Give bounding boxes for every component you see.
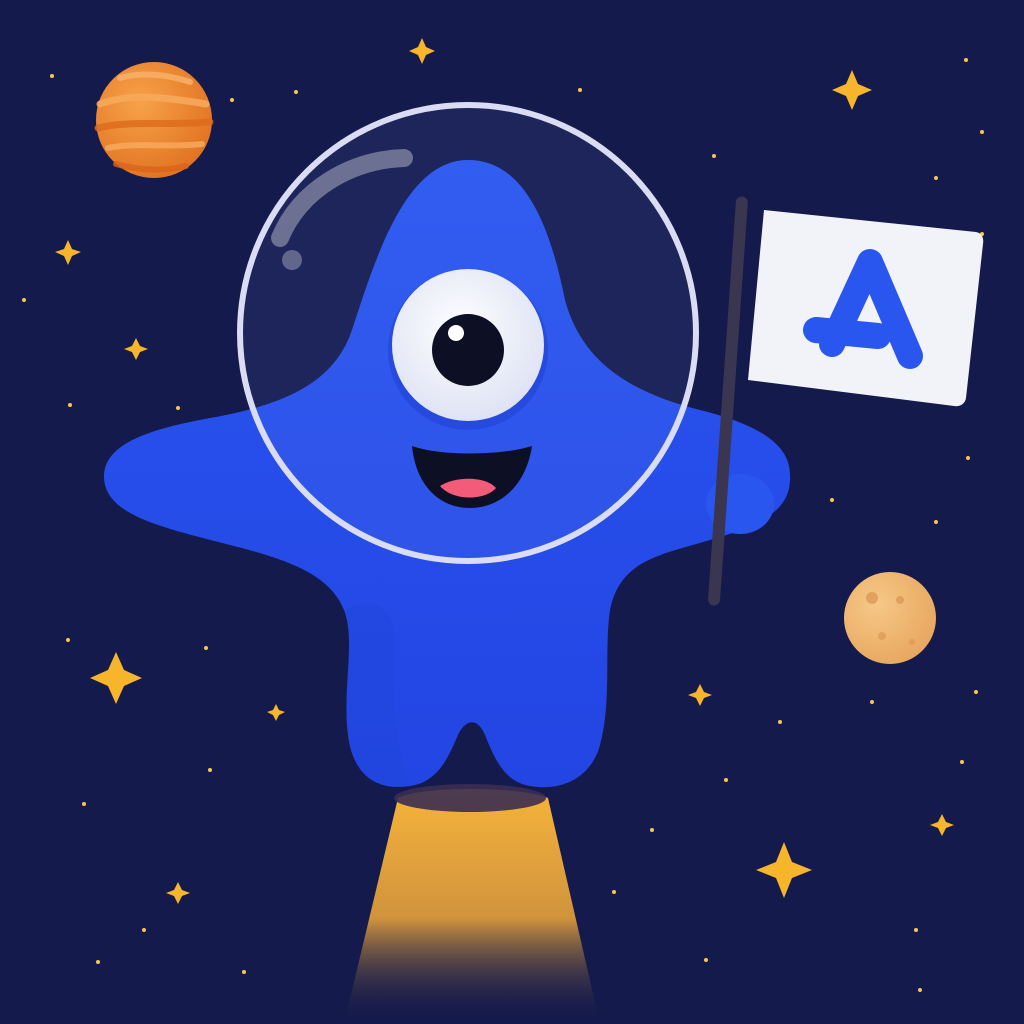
alien-eye [388, 269, 548, 430]
moon-icon [844, 572, 936, 664]
flag-cloth [748, 210, 984, 407]
illustration-canvas [0, 0, 1024, 1024]
rocket-jet-base [394, 784, 546, 812]
planet-icon [94, 62, 214, 178]
space-scene [0, 0, 1024, 1024]
